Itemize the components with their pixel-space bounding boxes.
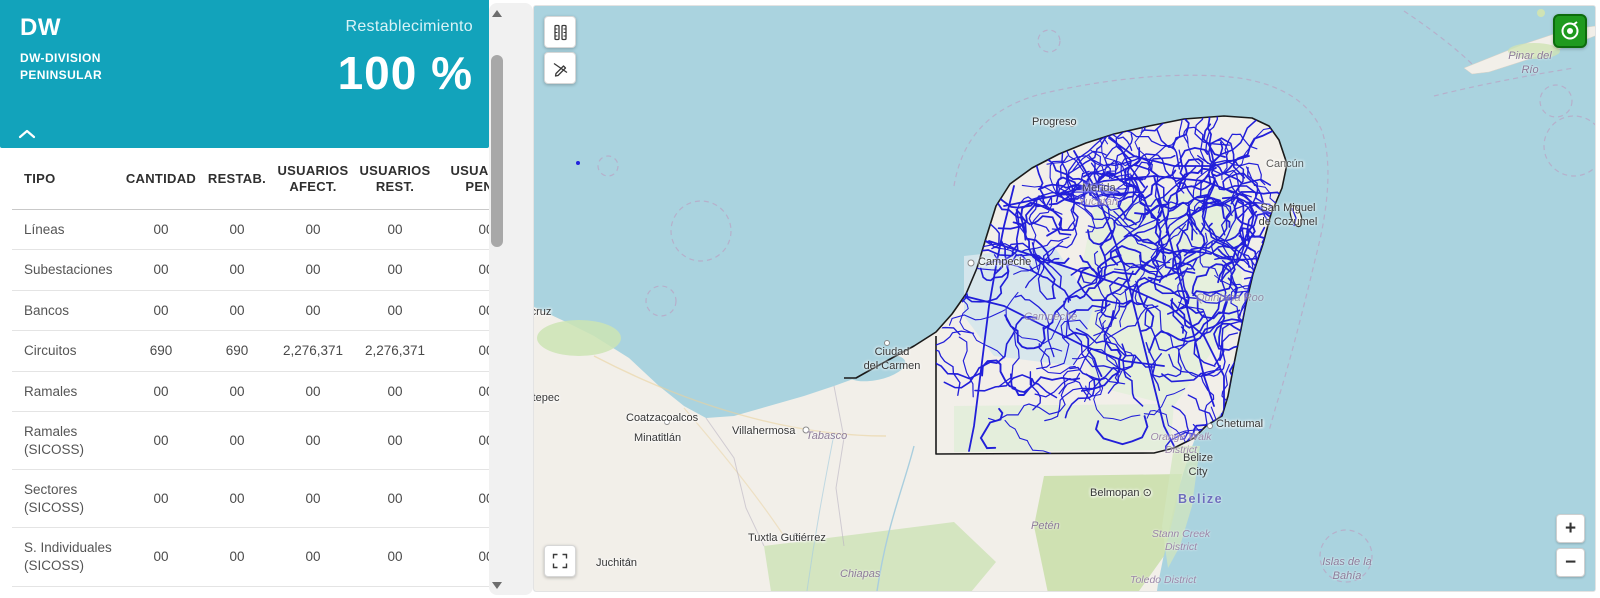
measure-icon bbox=[552, 24, 569, 41]
row-value: 00 bbox=[202, 528, 272, 586]
row-value: 00 bbox=[436, 470, 489, 528]
table-row: S. Individuales (SICOSS)0000000000 bbox=[12, 528, 489, 586]
row-value: 00 bbox=[436, 209, 489, 250]
row-value: 00 bbox=[202, 371, 272, 412]
row-label: Líneas bbox=[12, 209, 120, 250]
col-header-usuarios-rest: USUARIOS REST. bbox=[354, 148, 436, 209]
row-value: 00 bbox=[272, 528, 354, 586]
zoom-out-button[interactable]: − bbox=[1556, 548, 1585, 577]
scrollbar-thumb[interactable] bbox=[491, 55, 503, 247]
row-value: 00 bbox=[354, 412, 436, 470]
row-value: 00 bbox=[120, 290, 202, 331]
division-code: DW bbox=[20, 14, 160, 42]
restoration-table-container: TIPO CANTIDAD RESTAB. USUARIOS AFECT. US… bbox=[0, 148, 489, 598]
scrollbar-column bbox=[489, 0, 533, 598]
row-value: 00 bbox=[354, 290, 436, 331]
stray-marker bbox=[576, 161, 580, 165]
row-value: 690 bbox=[202, 331, 272, 372]
row-value: 00 bbox=[120, 528, 202, 586]
row-label: Subestaciones bbox=[12, 250, 120, 291]
table-row: Subestaciones0000000000 bbox=[12, 250, 489, 291]
row-label: S. Individuales (SICOSS) bbox=[12, 528, 120, 586]
division-name: DW-DIVISION PENINSULAR bbox=[20, 50, 160, 85]
cuba-vegetation bbox=[1508, 43, 1560, 59]
row-value: 00 bbox=[354, 470, 436, 528]
row-value: 00 bbox=[272, 250, 354, 291]
restoration-percentage: 100 % bbox=[338, 46, 473, 100]
table-row: Bancos0000000000 bbox=[12, 290, 489, 331]
restoration-panel: DW DW-DIVISION PENINSULAR Restablecimien… bbox=[0, 0, 489, 598]
row-value: 00 bbox=[436, 528, 489, 586]
row-label: Ramales (SICOSS) bbox=[12, 412, 120, 470]
scroll-up-arrow[interactable] bbox=[489, 5, 505, 21]
row-label: Bancos bbox=[12, 290, 120, 331]
zoom-in-button[interactable]: + bbox=[1556, 514, 1585, 543]
measure-tool-button[interactable] bbox=[544, 16, 576, 48]
row-value: 00 bbox=[202, 290, 272, 331]
restoration-label: Restablecimiento bbox=[345, 18, 473, 36]
table-row: Circuitos6906902,276,3712,276,37100 bbox=[12, 331, 489, 372]
row-value: 00 bbox=[436, 250, 489, 291]
row-value: 00 bbox=[272, 412, 354, 470]
row-value: 00 bbox=[272, 209, 354, 250]
row-value: 00 bbox=[202, 250, 272, 291]
map-canvas bbox=[534, 6, 1596, 592]
row-value: 2,276,371 bbox=[354, 331, 436, 372]
row-value: 2,276,371 bbox=[272, 331, 354, 372]
row-value: 00 bbox=[202, 209, 272, 250]
row-value: 00 bbox=[354, 209, 436, 250]
row-value: 00 bbox=[120, 209, 202, 250]
vertical-scrollbar[interactable] bbox=[489, 3, 533, 595]
row-value: 00 bbox=[354, 250, 436, 291]
row-value: 00 bbox=[436, 371, 489, 412]
small-island bbox=[1537, 9, 1545, 17]
row-value: 690 bbox=[120, 331, 202, 372]
row-label: Circuitos bbox=[12, 331, 120, 372]
row-value: 00 bbox=[354, 528, 436, 586]
brand-logo-icon bbox=[1560, 21, 1580, 41]
table-row: Ramales0000000000 bbox=[12, 371, 489, 412]
panel-header: DW DW-DIVISION PENINSULAR Restablecimien… bbox=[0, 0, 489, 148]
col-header-usuarios-pend: USUARIOS PEND. bbox=[436, 148, 489, 209]
col-header-usuarios-afect: USUARIOS AFECT. bbox=[272, 148, 354, 209]
col-header-cantidad: CANTIDAD bbox=[120, 148, 202, 209]
row-value: 00 bbox=[436, 331, 489, 372]
row-label: Ramales bbox=[12, 371, 120, 412]
row-value: 00 bbox=[272, 290, 354, 331]
restoration-table: TIPO CANTIDAD RESTAB. USUARIOS AFECT. US… bbox=[12, 148, 489, 587]
collapse-chevron-icon[interactable] bbox=[18, 128, 36, 140]
table-row: Líneas0000000000 bbox=[12, 209, 489, 250]
row-value: 00 bbox=[120, 250, 202, 291]
row-value: 00 bbox=[436, 412, 489, 470]
row-value: 00 bbox=[272, 470, 354, 528]
table-header-row: TIPO CANTIDAD RESTAB. USUARIOS AFECT. US… bbox=[12, 148, 489, 209]
row-label: Sectores (SICOSS) bbox=[12, 470, 120, 528]
row-value: 00 bbox=[120, 412, 202, 470]
fullscreen-icon bbox=[552, 553, 568, 569]
map[interactable]: ProgresoMéridaCancúnCampecheCiudad del C… bbox=[533, 5, 1596, 592]
pencil-slash-icon bbox=[552, 60, 569, 77]
col-header-tipo: TIPO bbox=[12, 148, 120, 209]
table-row: Ramales (SICOSS)0000000000 bbox=[12, 412, 489, 470]
col-header-restab: RESTAB. bbox=[202, 148, 272, 209]
vegetation-patch bbox=[537, 320, 621, 356]
row-value: 00 bbox=[436, 290, 489, 331]
row-value: 00 bbox=[354, 371, 436, 412]
zoom-controls: + − bbox=[1556, 514, 1585, 577]
brand-logo-button[interactable] bbox=[1553, 14, 1587, 48]
row-value: 00 bbox=[272, 371, 354, 412]
draw-tool-button[interactable] bbox=[544, 52, 576, 84]
row-value: 00 bbox=[202, 470, 272, 528]
fullscreen-button[interactable] bbox=[544, 545, 576, 577]
scroll-down-arrow[interactable] bbox=[489, 577, 505, 593]
row-value: 00 bbox=[120, 371, 202, 412]
row-value: 00 bbox=[120, 470, 202, 528]
table-row: Sectores (SICOSS)0000000000 bbox=[12, 470, 489, 528]
row-value: 00 bbox=[202, 412, 272, 470]
